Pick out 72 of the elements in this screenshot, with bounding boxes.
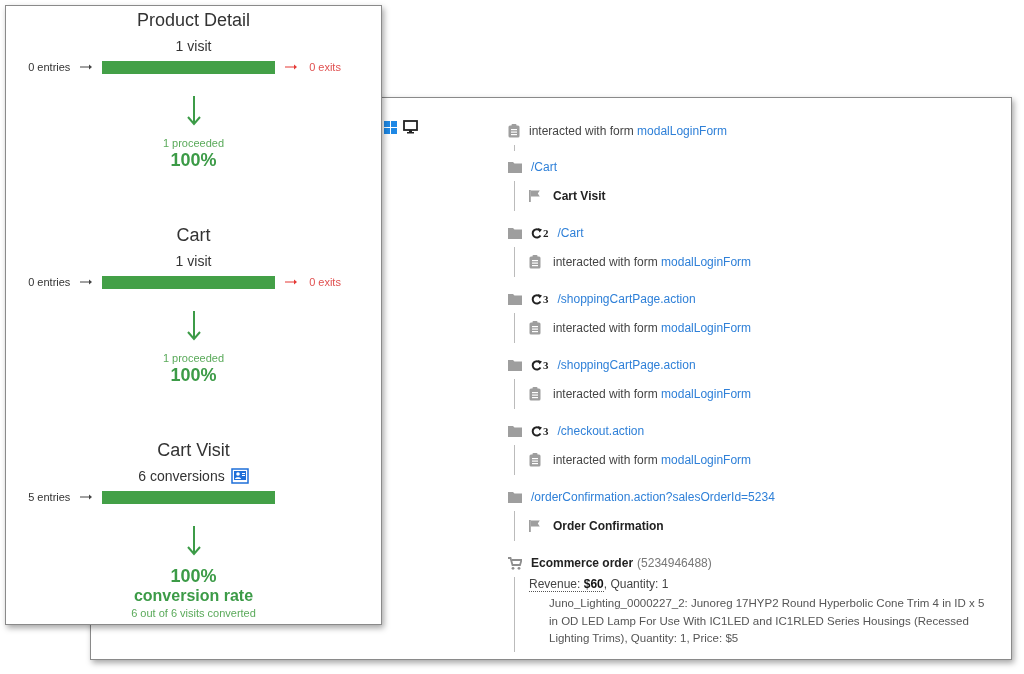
right-arrow-icon [80, 279, 93, 285]
folder-icon [508, 425, 522, 437]
step-count: 1 visit [175, 37, 212, 56]
reload-icon [531, 293, 542, 305]
percent-value: 100% [170, 150, 217, 170]
event-text: interacted with form modalLoginForm [553, 453, 752, 467]
goal-label: Cart Visit [553, 189, 606, 203]
percent-value: 100% [170, 566, 217, 586]
page-url-link[interactable]: /checkout.action [557, 424, 645, 438]
clipboard-icon [529, 255, 541, 269]
exits-count: 0 exits [309, 61, 341, 73]
step-count: 1 visit [175, 252, 212, 271]
event-text: interacted with form modalLoginForm [529, 124, 728, 138]
percent-value: 100% [170, 365, 217, 385]
page-url-link[interactable]: /shoppingCartPage.action [557, 358, 696, 372]
folder-icon [508, 491, 522, 503]
proceeded-count: 1 proceeded [162, 136, 225, 150]
flag-icon [529, 190, 541, 202]
reload-icon [531, 359, 542, 371]
order-item-text: Juno_Lighting_0000227_2: Junoreg 17HYP2 Round Hyperbolic Cone Trim 4 in ID x 5 in OD LED Lamp For Use With IC1LED and IC1RLED Series Housings (Recessed Lighting Trims), Quantity: 1, Price: $5 [548, 596, 986, 646]
page-url-link[interactable]: /Cart [531, 160, 557, 174]
cart-icon [508, 556, 522, 570]
revenue-label: Revenue: $60 [529, 577, 604, 592]
form-link[interactable]: modalLoginForm [637, 124, 728, 138]
reload-icon [531, 425, 542, 437]
step-count: 6 conversions [138, 467, 225, 486]
proceeded-count: 1 proceeded [162, 351, 225, 365]
repeat-count: 3 [543, 359, 549, 371]
form-link[interactable]: modalLoginForm [661, 321, 752, 335]
entries-count: 0 entries [28, 276, 71, 288]
order-title: Ecommerce order [531, 556, 634, 570]
page-url-link[interactable]: /Cart [557, 226, 584, 240]
folder-icon [508, 293, 522, 305]
clipboard-icon [529, 453, 541, 467]
right-arrow-icon [80, 494, 93, 500]
form-link[interactable]: modalLoginForm [661, 255, 752, 269]
folder-icon [508, 227, 522, 239]
contact-card-icon[interactable] [230, 468, 249, 484]
folder-icon [508, 359, 522, 371]
step-title: Cart [176, 224, 211, 247]
flag-icon [529, 520, 541, 532]
right-arrow-icon [285, 64, 298, 70]
right-arrow-icon [285, 279, 298, 285]
conversion-summary: 6 out of 6 visits converted [131, 606, 256, 620]
event-text: interacted with form modalLoginForm [553, 387, 752, 401]
clipboard-icon [529, 321, 541, 335]
form-link[interactable]: modalLoginForm [661, 387, 752, 401]
page-url-link[interactable]: /shoppingCartPage.action [557, 292, 696, 306]
event-text: interacted with form modalLoginForm [553, 255, 752, 269]
page-url-link[interactable]: /orderConfirmation.action?salesOrderId=5234 [531, 490, 775, 504]
event-text: interacted with form modalLoginForm [553, 321, 752, 335]
conversion-rate-label: conversion rate [133, 586, 254, 606]
folder-icon [508, 161, 522, 173]
down-arrow-icon [186, 96, 201, 126]
exits-count: 0 exits [309, 276, 341, 288]
down-arrow-icon [186, 311, 201, 341]
goal-label: Order Confirmation [553, 519, 664, 533]
quantity-text: , Quantity: 1 [603, 577, 669, 591]
form-link[interactable]: modalLoginForm [661, 453, 752, 467]
clipboard-icon [508, 124, 520, 138]
order-id: (5234946488) [637, 556, 712, 570]
repeat-count: 3 [543, 425, 549, 437]
right-arrow-icon [80, 64, 93, 70]
down-arrow-icon [186, 526, 201, 556]
clipboard-icon [529, 387, 541, 401]
reload-icon [531, 227, 542, 239]
entries-count: 0 entries [28, 61, 71, 73]
repeat-count: 2 [543, 227, 549, 239]
step-title: Product Detail [136, 9, 251, 32]
entries-count: 5 entries [28, 491, 71, 503]
step-title: Cart Visit [157, 439, 230, 462]
repeat-count: 3 [543, 293, 549, 305]
